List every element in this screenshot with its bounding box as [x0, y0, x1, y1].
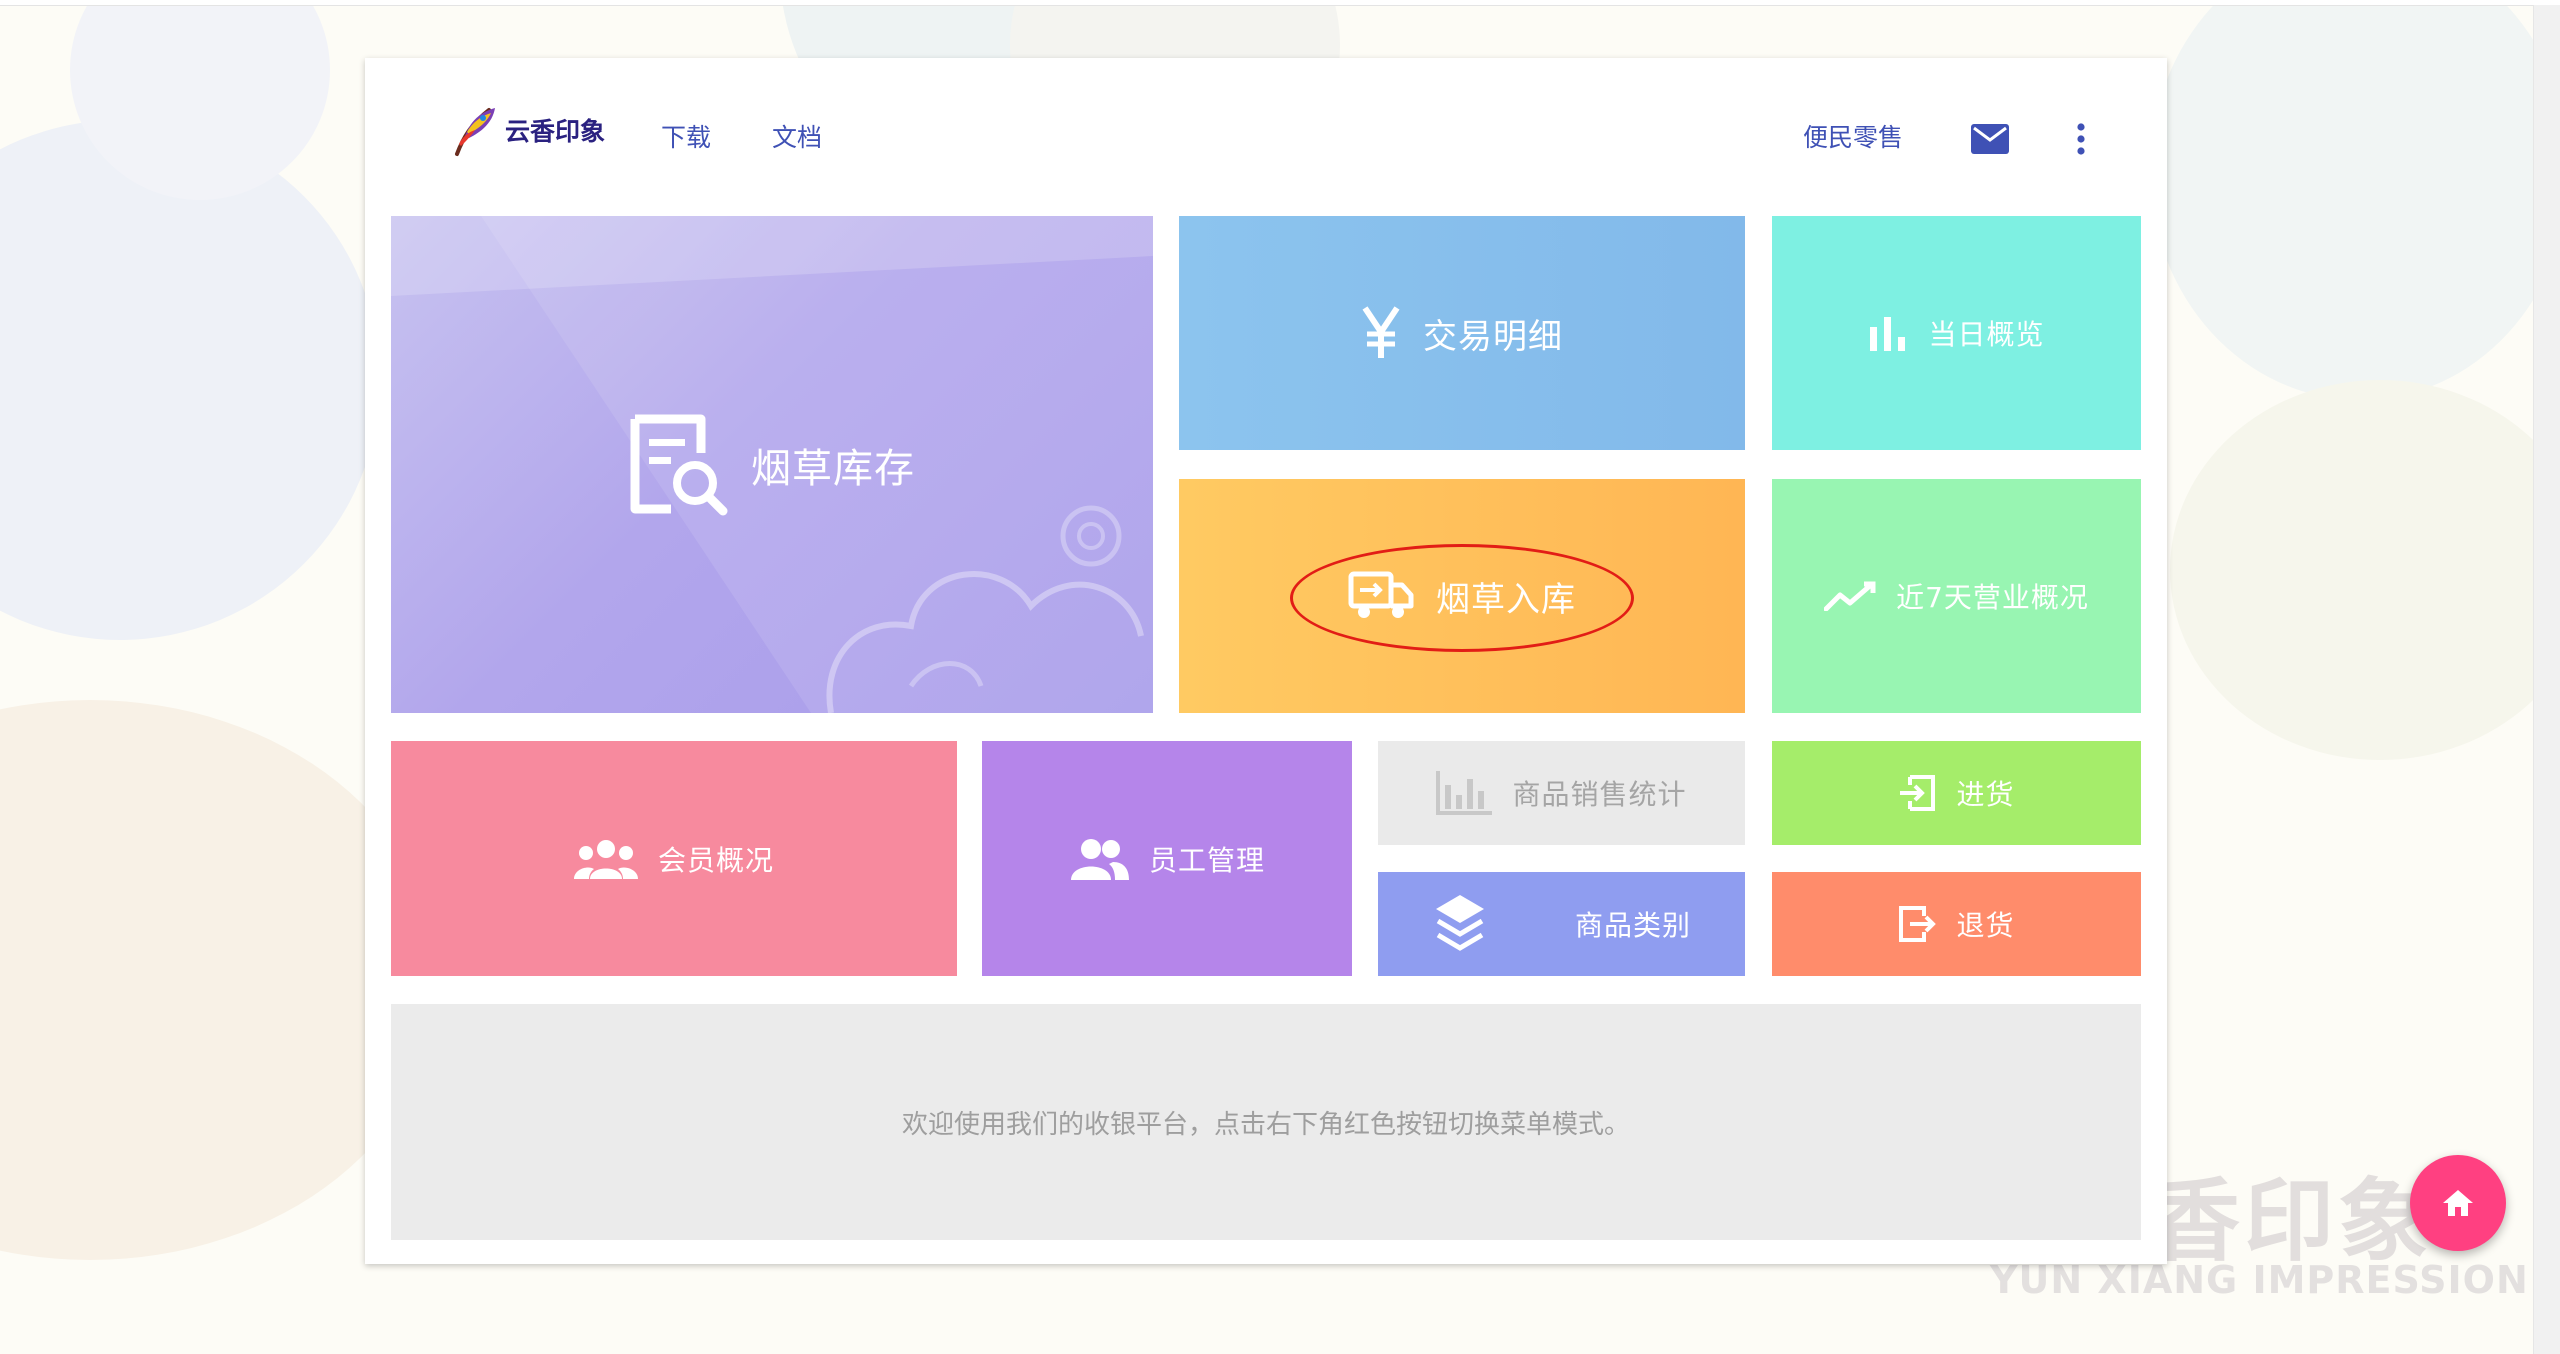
watermark-en: YUN XIANG IMPRESSION — [1990, 1258, 2529, 1302]
home-icon — [2443, 1190, 2473, 1216]
tile-product-category[interactable]: 商品类别 — [1378, 872, 1745, 976]
tile-label: 商品类别 — [1574, 909, 1691, 942]
tile-tobacco-stock-in[interactable]: 烟草入库 — [1179, 479, 1745, 713]
tile-staff-management[interactable]: 员工管理 — [982, 741, 1352, 976]
yen-icon — [1362, 306, 1400, 358]
more-menu-button[interactable] — [2061, 114, 2101, 164]
tile-product-sales-stats[interactable]: 商品销售统计 — [1378, 741, 1745, 845]
welcome-message: 欢迎使用我们的收银平台，点击右下角红色按钮切换菜单模式。 — [391, 1004, 2141, 1240]
top-nav: 云香印象 下载 文档 便民零售 — [365, 58, 2167, 218]
tile-7-day-business[interactable]: 近7天营业概况 — [1772, 479, 2141, 713]
tile-label: 员工管理 — [1148, 843, 1265, 877]
brand-logo-icon — [455, 108, 495, 156]
bar-chart-icon — [1870, 317, 1906, 351]
tile-today-overview[interactable]: 当日概览 — [1772, 216, 2141, 450]
brand[interactable]: 云香印象 — [449, 102, 605, 158]
login-icon — [1900, 775, 1936, 811]
tile-label: 商品销售统计 — [1512, 778, 1687, 811]
tile-label: 近7天营业概况 — [1896, 581, 2089, 614]
tile-tobacco-inventory[interactable]: 烟草库存 — [391, 216, 1153, 713]
browser-top-edge — [0, 0, 2560, 6]
tile-label: 烟草库存 — [751, 445, 915, 492]
tile-transactions[interactable]: 交易明细 — [1179, 216, 1745, 450]
main-card: 云香印象 下载 文档 便民零售 烟草库存 交易明细 当日概览 烟草入库 近7天营… — [365, 58, 2167, 1264]
tile-label: 进货 — [1956, 778, 2015, 811]
poll-icon — [1436, 771, 1493, 815]
group-icon — [573, 839, 638, 879]
tile-label: 会员概况 — [657, 843, 774, 877]
layers-icon — [1436, 895, 1484, 951]
tile-purchase[interactable]: 进货 — [1772, 741, 2141, 845]
nav-retail-link[interactable]: 便民零售 — [1803, 118, 1903, 154]
tile-label: 当日概览 — [1928, 318, 2045, 351]
tile-label: 烟草入库 — [1436, 579, 1576, 620]
brand-name: 云香印象 — [505, 117, 606, 146]
mail-button[interactable] — [1965, 114, 2015, 164]
nav-docs-link[interactable]: 文档 — [772, 118, 822, 154]
logout-icon — [1899, 906, 1937, 942]
more-vert-icon — [2077, 123, 2085, 155]
people-icon — [1070, 838, 1129, 880]
document-search-icon — [630, 414, 728, 515]
trending-up-icon — [1824, 581, 1876, 611]
tile-member-overview[interactable]: 会员概况 — [391, 741, 957, 976]
nav-download-link[interactable]: 下载 — [661, 118, 711, 154]
mail-icon — [1971, 124, 2009, 154]
tile-return[interactable]: 退货 — [1772, 872, 2141, 976]
page-scrollbar[interactable] — [2533, 5, 2560, 1354]
tile-label: 交易明细 — [1423, 316, 1563, 357]
home-fab-button[interactable] — [2410, 1155, 2506, 1251]
tile-label: 退货 — [1956, 909, 2015, 942]
truck-icon — [1348, 571, 1414, 618]
